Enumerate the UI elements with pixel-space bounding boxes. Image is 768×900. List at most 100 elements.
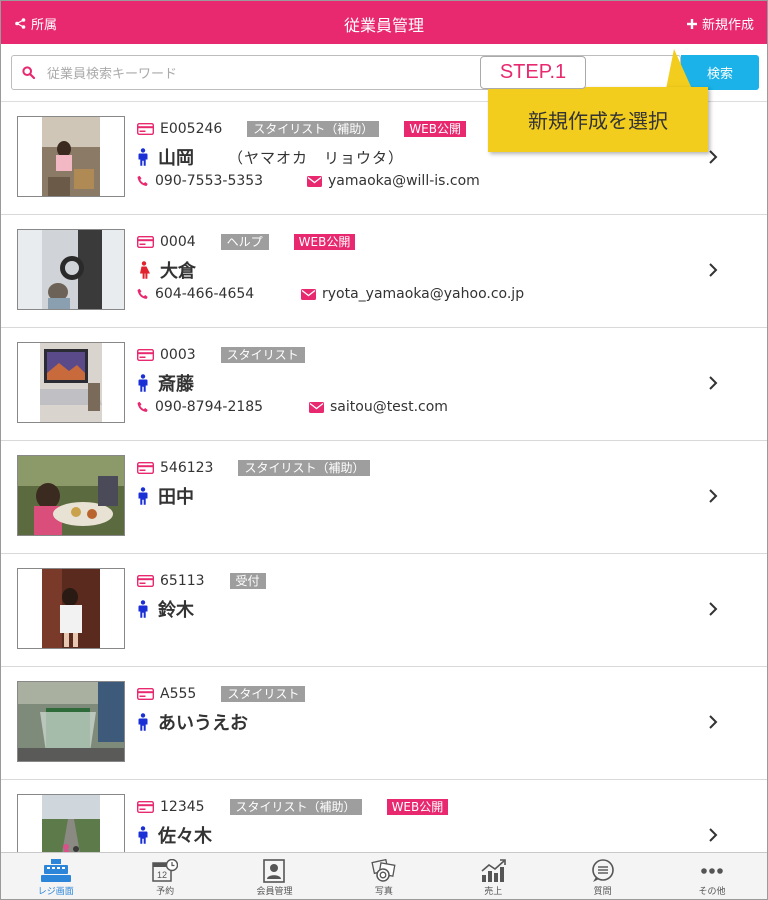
chevron-right-icon xyxy=(708,149,718,170)
phone-icon xyxy=(137,175,148,186)
tab-photos-label: 写真 xyxy=(374,887,393,897)
employee-name: 山岡 xyxy=(158,148,194,169)
employee-name: あいうえお xyxy=(158,713,248,734)
employee-row[interactable]: 0003 スタイリスト 斎藤 090-8794-2185 saitou@test… xyxy=(1,328,767,441)
employee-email-block: yamaoka@will-is.com xyxy=(307,173,480,189)
employee-id-line: A555 スタイリスト xyxy=(137,686,306,702)
employee-code: 0003 xyxy=(160,347,196,363)
chevron-right-icon xyxy=(708,714,718,735)
mail-icon xyxy=(309,401,324,413)
phone-icon xyxy=(137,288,148,299)
id-card-icon xyxy=(137,688,154,700)
employee-id-line: 546123 スタイリスト（補助） xyxy=(137,460,371,476)
step-badge: STEP.1 xyxy=(480,56,586,89)
employee-email-block: ryota_yamaoka@yahoo.co.jp xyxy=(301,286,524,302)
male-icon xyxy=(138,487,148,505)
member-icon xyxy=(263,859,286,883)
employee-row[interactable]: 65113 受付 鈴木 xyxy=(1,554,767,667)
camera-icon xyxy=(371,859,396,882)
male-icon xyxy=(138,148,148,166)
employee-contact-line: 090-8794-2185 saitou@test.com xyxy=(137,399,448,415)
tutorial-message: 新規作成を選択 xyxy=(528,109,668,133)
female-icon xyxy=(140,261,150,279)
employee-photo xyxy=(17,229,125,310)
employee-name-line: あいうえお xyxy=(137,709,248,735)
tab-questions-label: 質問 xyxy=(593,887,612,897)
employee-email: saitou@test.com xyxy=(330,399,448,415)
id-card-icon xyxy=(137,801,154,813)
tab-register[interactable]: レジ画面 xyxy=(1,853,110,899)
employee-id-line: 12345 スタイリスト（補助） WEB公開 xyxy=(137,799,449,815)
tab-members[interactable]: 会員管理 xyxy=(220,853,329,899)
employee-row[interactable]: 0004 ヘルプ WEB公開 大倉 604-466-4654 ryota_yam… xyxy=(1,215,767,328)
employee-photo xyxy=(17,116,125,197)
mail-icon xyxy=(307,175,322,187)
employee-code: E005246 xyxy=(160,121,223,137)
role-badge: スタイリスト（補助） xyxy=(229,799,362,815)
tab-photos[interactable]: 写真 xyxy=(329,853,438,899)
id-card-icon xyxy=(137,575,154,587)
employee-name-line: 田中 xyxy=(137,483,194,509)
role-badge: スタイリスト（補助） xyxy=(247,121,380,137)
chevron-right-icon xyxy=(708,262,718,283)
search-button[interactable]: 検索 xyxy=(681,55,759,90)
employee-name-line: 斎藤 xyxy=(137,370,194,396)
employee-photo xyxy=(17,455,125,536)
tab-members-label: 会員管理 xyxy=(256,887,293,897)
employee-name: 佐々木 xyxy=(158,826,212,847)
employee-id-line: 65113 受付 xyxy=(137,573,266,589)
employee-phone: 090-7553-5353 xyxy=(155,173,264,189)
employee-id-line: E005246 スタイリスト（補助） WEB公開 xyxy=(137,121,466,137)
employee-name-line: 鈴木 xyxy=(137,596,194,622)
tab-more[interactable]: その他 xyxy=(657,853,766,899)
employee-contact-line: 090-7553-5353 yamaoka@will-is.com xyxy=(137,173,480,189)
employee-contact-line: 604-466-4654 ryota_yamaoka@yahoo.co.jp xyxy=(137,286,524,302)
role-badge: スタイリスト xyxy=(221,686,306,702)
tab-sales[interactable]: 売上 xyxy=(439,853,548,899)
employee-id-line: 0004 ヘルプ WEB公開 xyxy=(137,234,356,250)
employee-code: 12345 xyxy=(160,799,205,815)
web-public-badge: WEB公開 xyxy=(386,799,449,815)
tab-sales-label: 売上 xyxy=(484,887,503,897)
male-icon xyxy=(138,826,148,844)
web-public-badge: WEB公開 xyxy=(293,234,356,250)
employee-code: A555 xyxy=(160,686,197,702)
employee-name-line: 大倉 xyxy=(137,257,196,283)
id-card-icon xyxy=(137,349,154,361)
svg-text:12: 12 xyxy=(157,870,167,880)
tab-reservation[interactable]: 12 予約 xyxy=(110,853,219,899)
id-card-icon xyxy=(137,123,154,135)
employee-email: yamaoka@will-is.com xyxy=(328,173,480,189)
chat-icon xyxy=(591,859,614,882)
id-card-icon xyxy=(137,236,154,248)
chart-icon xyxy=(481,859,507,882)
role-badge: スタイリスト xyxy=(220,347,305,363)
app-frame: 所属 従業員管理 新規作成 従業員検索キーワード 検索 E005246 スタイリ… xyxy=(0,0,768,900)
new-employee-button[interactable]: 新規作成 xyxy=(686,14,754,33)
employee-list: E005246 スタイリスト（補助） WEB公開 山岡 （ヤマオカ リョウタ） … xyxy=(1,102,767,893)
employee-name: 田中 xyxy=(158,487,194,508)
male-icon xyxy=(138,374,148,392)
tab-questions[interactable]: 質問 xyxy=(548,853,657,899)
role-badge: 受付 xyxy=(229,573,266,589)
web-public-badge: WEB公開 xyxy=(404,121,466,137)
male-icon xyxy=(138,713,148,731)
phone-icon xyxy=(137,401,148,412)
tab-register-label: レジ画面 xyxy=(37,887,74,897)
tab-more-label: その他 xyxy=(698,887,726,897)
id-card-icon xyxy=(137,462,154,474)
step-label: STEP.1 xyxy=(499,61,567,83)
employee-row[interactable]: A555 スタイリスト あいうえお xyxy=(1,667,767,780)
calendar-icon: 12 xyxy=(152,859,179,882)
more-icon xyxy=(701,868,723,874)
tutorial-callout-pointer xyxy=(666,49,692,89)
employee-name-line: 佐々木 xyxy=(137,822,212,848)
employee-row[interactable]: 546123 スタイリスト（補助） 田中 xyxy=(1,441,767,554)
employee-name: 大倉 xyxy=(160,261,196,282)
app-header: 所属 従業員管理 新規作成 xyxy=(1,1,767,44)
employee-photo xyxy=(17,681,125,762)
bottom-tab-bar: レジ画面 12 予約 会員管理 写真 売上 質問 その他 xyxy=(1,852,767,899)
register-icon xyxy=(40,859,71,882)
page-title: 従業員管理 xyxy=(343,16,424,35)
employee-code: 0004 xyxy=(160,234,196,250)
